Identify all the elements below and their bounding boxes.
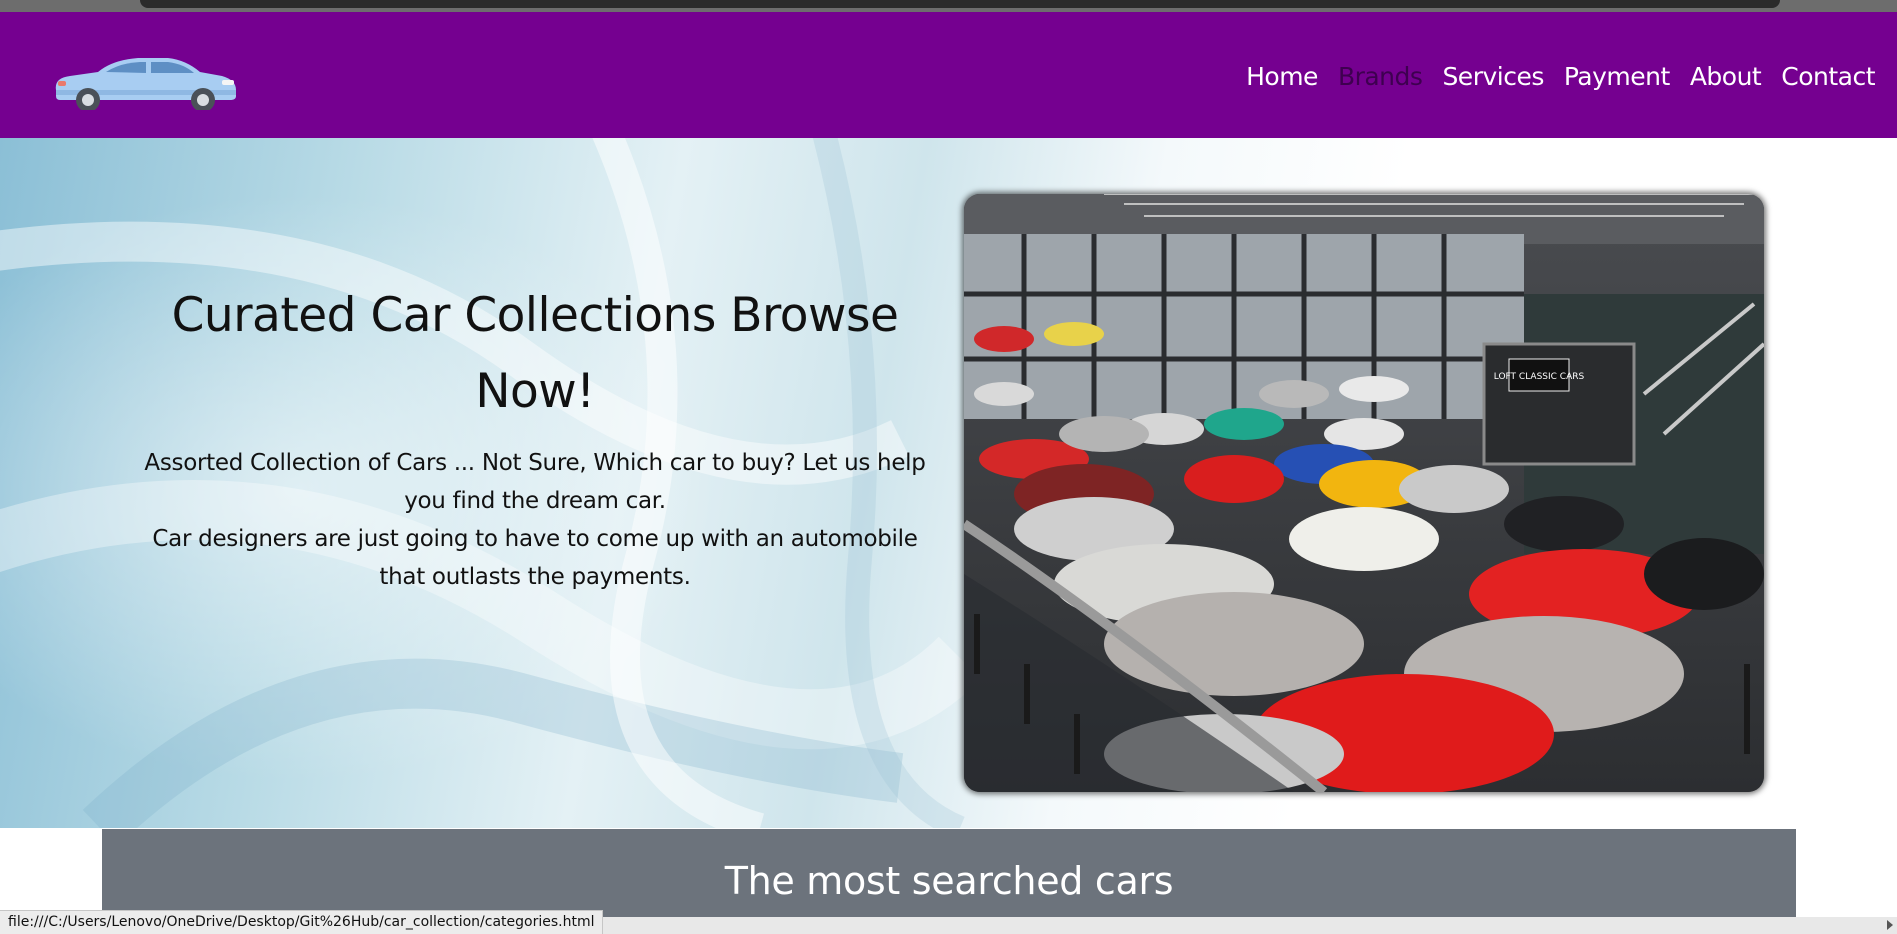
showroom-illustration: LOFT CLASSIC CARS (964, 194, 1764, 792)
hero-line-2: Car designers are just going to have to … (152, 526, 918, 590)
browser-top-strip (0, 0, 1897, 12)
navbar: Home Brands Services Payment About Conta… (0, 12, 1897, 138)
nav-about[interactable]: About (1690, 62, 1762, 91)
showroom-sign: LOFT CLASSIC CARS (1494, 372, 1585, 382)
nav-contact[interactable]: Contact (1781, 62, 1875, 91)
hero-description: Assorted Collection of Cars ... Not Sure… (140, 444, 930, 596)
most-searched-title: The most searched cars (724, 859, 1174, 903)
main-nav: Home Brands Services Payment About Conta… (1226, 62, 1875, 91)
nav-services[interactable]: Services (1442, 62, 1544, 91)
hero-title: Curated Car Collections Browse Now! (171, 288, 899, 419)
hero-section: Curated Car Collections Browse Now! Asso… (0, 138, 1897, 828)
hero-text: Curated Car Collections Browse Now! Asso… (140, 278, 930, 596)
browser-tab-bar (140, 0, 1780, 8)
horizontal-scrollbar[interactable] (570, 917, 1897, 934)
car-logo-icon[interactable] (50, 50, 240, 110)
status-bar-url: file:///C:/Users/Lenovo/OneDrive/Desktop… (0, 910, 604, 934)
nav-payment[interactable]: Payment (1564, 62, 1670, 91)
nav-brands[interactable]: Brands (1338, 62, 1423, 91)
nav-home[interactable]: Home (1246, 62, 1318, 91)
hero-line-1: Assorted Collection of Cars ... Not Sure… (144, 450, 926, 514)
scroll-right-arrow-icon[interactable] (1887, 920, 1893, 930)
showroom-photo: LOFT CLASSIC CARS (964, 194, 1764, 792)
